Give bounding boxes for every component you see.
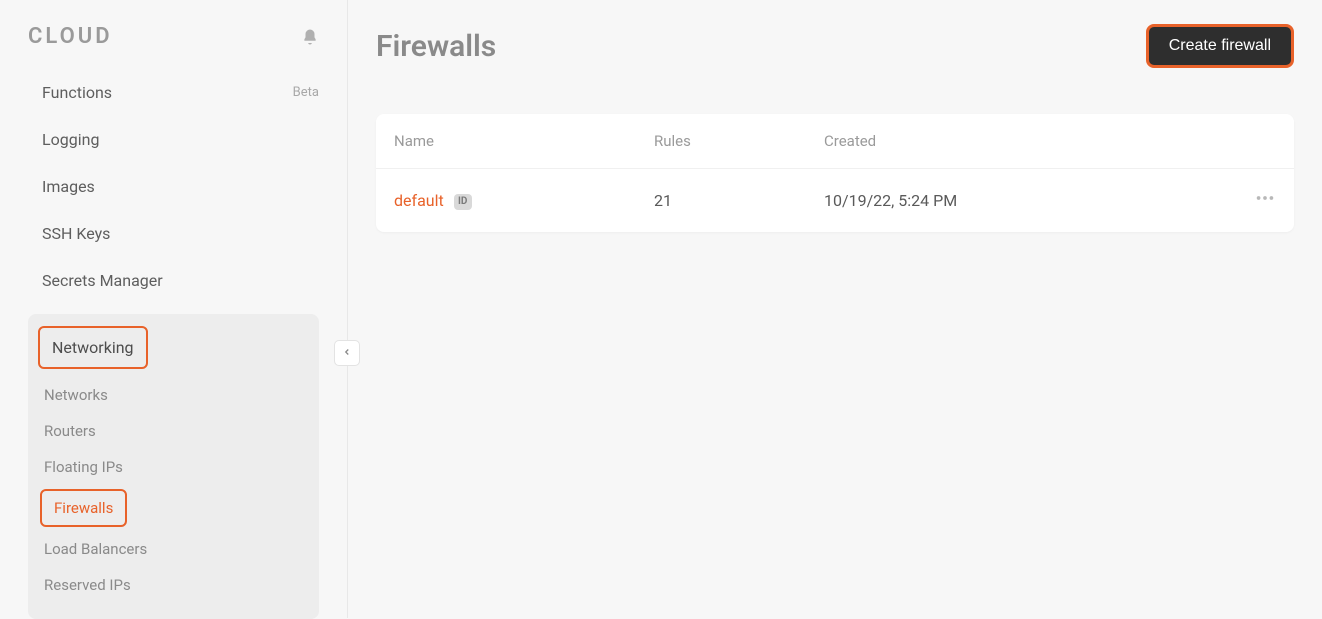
cell-actions bbox=[1216, 187, 1276, 214]
sidebar: CLOUD Functions Beta Logging Images SSH … bbox=[0, 0, 348, 618]
table-header-rules: Rules bbox=[654, 132, 824, 150]
bell-icon[interactable] bbox=[301, 28, 319, 46]
table-header-row: Name Rules Created bbox=[376, 114, 1294, 169]
sidebar-item-routers[interactable]: Routers bbox=[30, 413, 319, 449]
sidebar-item-functions[interactable]: Functions Beta bbox=[0, 69, 347, 116]
sidebar-item-reserved-ips[interactable]: Reserved IPs bbox=[30, 567, 319, 603]
sidebar-item-ssh-keys[interactable]: SSH Keys bbox=[0, 210, 347, 257]
sidebar-item-label: Reserved IPs bbox=[44, 576, 131, 594]
sidebar-item-label: Networks bbox=[44, 386, 108, 404]
sidebar-item-label: Firewalls bbox=[54, 499, 113, 517]
sidebar-item-floating-ips[interactable]: Floating IPs bbox=[30, 449, 319, 485]
sidebar-item-secrets-manager[interactable]: Secrets Manager bbox=[0, 257, 347, 304]
chevron-left-icon bbox=[342, 345, 352, 361]
sidebar-item-label: SSH Keys bbox=[42, 224, 110, 243]
sidebar-collapse-toggle[interactable] bbox=[334, 340, 360, 366]
row-actions-menu[interactable] bbox=[1254, 187, 1276, 214]
firewalls-table: Name Rules Created default ID 21 10/19/2… bbox=[376, 114, 1294, 232]
sidebar-item-label: Floating IPs bbox=[44, 458, 123, 476]
sidebar-item-label: Routers bbox=[44, 422, 96, 440]
id-badge-icon[interactable]: ID bbox=[454, 194, 472, 210]
nav-sub-list: Networks Routers Floating IPs Firewalls … bbox=[28, 369, 319, 603]
main-content: Firewalls Create firewall Name Rules Cre… bbox=[348, 0, 1322, 618]
table-row: default ID 21 10/19/22, 5:24 PM bbox=[376, 169, 1294, 232]
sidebar-item-images[interactable]: Images bbox=[0, 163, 347, 210]
sidebar-item-label: Secrets Manager bbox=[42, 271, 163, 290]
table-header-name: Name bbox=[394, 132, 654, 150]
sidebar-group-networking[interactable]: Networking bbox=[38, 326, 148, 369]
sidebar-item-label: Functions bbox=[42, 83, 112, 102]
nav-group-networking: Networking Networks Routers Floating IPs… bbox=[28, 314, 319, 619]
main-header: Firewalls Create firewall bbox=[376, 24, 1294, 68]
sidebar-item-label: Logging bbox=[42, 130, 99, 149]
cell-rules: 21 bbox=[654, 191, 824, 210]
cell-name: default ID bbox=[394, 191, 654, 210]
sidebar-item-firewalls[interactable]: Firewalls bbox=[40, 489, 127, 527]
nav-list: Functions Beta Logging Images SSH Keys S… bbox=[0, 69, 347, 304]
sidebar-item-load-balancers[interactable]: Load Balancers bbox=[30, 531, 319, 567]
table-header-created: Created bbox=[824, 132, 1216, 150]
sidebar-item-logging[interactable]: Logging bbox=[0, 116, 347, 163]
more-horizontal-icon bbox=[1254, 187, 1276, 214]
page-title: Firewalls bbox=[376, 29, 496, 64]
table-header-actions bbox=[1216, 132, 1276, 150]
brand-logo: CLOUD bbox=[28, 24, 113, 49]
firewall-name-link[interactable]: default bbox=[394, 191, 444, 210]
sidebar-item-label: Load Balancers bbox=[44, 540, 147, 558]
sidebar-item-label: Images bbox=[42, 177, 95, 196]
cell-created: 10/19/22, 5:24 PM bbox=[824, 191, 1216, 210]
sidebar-item-networks[interactable]: Networks bbox=[30, 377, 319, 413]
beta-badge: Beta bbox=[293, 85, 319, 100]
sidebar-header: CLOUD bbox=[0, 24, 347, 69]
create-firewall-button[interactable]: Create firewall bbox=[1146, 24, 1294, 68]
